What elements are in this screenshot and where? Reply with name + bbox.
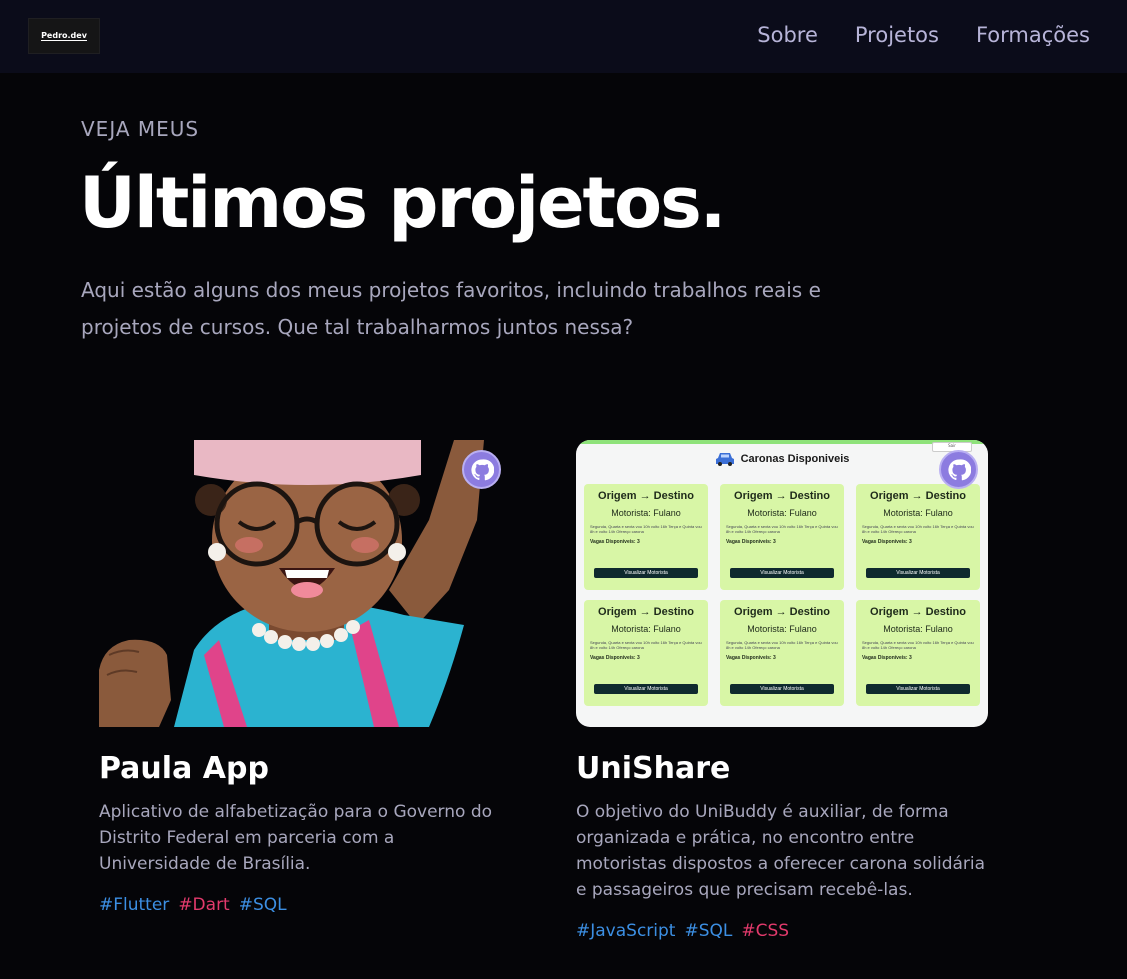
tag-sql: #SQL (684, 921, 733, 941)
ride-card-driver: Motorista: Fulano (883, 508, 953, 518)
project-tags: #JavaScript #SQL #CSS (576, 921, 988, 941)
tag-flutter: #Flutter (99, 895, 170, 915)
ride-card-seats: Vagas Disponíveis: 3 (726, 539, 776, 545)
tag-sql: #SQL (238, 895, 287, 915)
tag-javascript: #JavaScript (576, 921, 676, 941)
project-name: Paula App (99, 751, 269, 786)
ride-card-seats: Vagas Disponíveis: 3 (726, 655, 776, 661)
logo[interactable]: Pedro.dev (28, 18, 100, 54)
section-eyebrow: VEJA MEUS (81, 117, 200, 141)
ride-card-button: Visualizar Motorista (730, 568, 834, 578)
ride-card-schedule: Segunda, Quarta e sexta vou 10h volto 16… (726, 524, 838, 534)
preview-ride-card: Origem → Destino Motorista: Fulano Segun… (720, 484, 844, 590)
github-link-unishare[interactable] (939, 450, 978, 489)
ride-card-schedule: Segunda, Quarta e sexta vou 10h volto 16… (726, 640, 838, 650)
ride-card-title: Origem → Destino (598, 490, 694, 502)
ride-card-driver: Motorista: Fulano (747, 508, 817, 518)
preview-ride-card: Origem → Destino Motorista: Fulano Segun… (584, 484, 708, 590)
ride-card-driver: Motorista: Fulano (883, 624, 953, 634)
ride-card-driver: Motorista: Fulano (611, 624, 681, 634)
car-icon (715, 453, 734, 466)
ride-card-title: Origem → Destino (734, 606, 830, 618)
logo-text: Pedro.dev (41, 31, 87, 41)
preview-ride-card: Origem → Destino Motorista: Fulano Segun… (856, 484, 980, 590)
github-icon (470, 458, 494, 480)
github-link-paula-app[interactable] (462, 450, 501, 489)
project-thumbnail-unishare: Sair Caronas Disponiveis Origem → Destin… (576, 440, 988, 727)
section-title: Últimos projetos. (79, 162, 726, 244)
ride-card-schedule: Segunda, Quarta e sexta vou 10h volto 16… (590, 640, 702, 650)
ride-card-schedule: Segunda, Quarta e sexta vou 10h volto 16… (590, 524, 702, 534)
ride-card-button: Visualizar Motorista (866, 568, 970, 578)
ride-card-seats: Vagas Disponíveis: 3 (862, 655, 912, 661)
preview-header: Caronas Disponiveis (576, 452, 988, 466)
preview-header-title: Caronas Disponiveis (740, 453, 850, 465)
ride-card-seats: Vagas Disponíveis: 3 (590, 539, 640, 545)
project-description: Aplicativo de alfabetização para o Gover… (99, 802, 493, 874)
nav-link-sobre[interactable]: Sobre (757, 20, 818, 50)
project-thumbnail-paula-app (99, 440, 511, 727)
ride-card-driver: Motorista: Fulano (747, 624, 817, 634)
ride-card-title: Origem → Destino (734, 490, 830, 502)
preview-ride-grid: Origem → Destino Motorista: Fulano Segun… (584, 484, 982, 706)
project-name: UniShare (576, 751, 731, 786)
paula-illustration (99, 440, 484, 727)
ride-card-schedule: Segunda, Quarta e sexta vou 10h volto 16… (862, 524, 974, 534)
ride-card-title: Origem → Destino (870, 606, 966, 618)
ride-card-title: Origem → Destino (870, 490, 966, 502)
tag-dart: #Dart (178, 895, 230, 915)
ride-card-seats: Vagas Disponíveis: 3 (862, 539, 912, 545)
preview-ride-card: Origem → Destino Motorista: Fulano Segun… (584, 600, 708, 706)
ride-card-schedule: Segunda, Quarta e sexta vou 10h volto 16… (862, 640, 974, 650)
preview-ride-card: Origem → Destino Motorista: Fulano Segun… (856, 600, 980, 706)
ride-card-title: Origem → Destino (598, 606, 694, 618)
project-card-unishare: Sair Caronas Disponiveis Origem → Destin… (576, 440, 988, 941)
project-tags: #Flutter #Dart #SQL (99, 895, 511, 915)
ride-card-seats: Vagas Disponíveis: 3 (590, 655, 640, 661)
github-icon (947, 458, 971, 480)
ride-card-button: Visualizar Motorista (594, 684, 698, 694)
preview-top-bar (576, 440, 988, 444)
ride-card-button: Visualizar Motorista (866, 684, 970, 694)
section-intro: Aqui estão alguns dos meus projetos favo… (81, 278, 821, 339)
tag-css: #CSS (741, 921, 790, 941)
ride-card-button: Visualizar Motorista (730, 684, 834, 694)
project-description: O objetivo do UniBuddy é auxiliar, de fo… (576, 802, 986, 900)
nav-link-projetos[interactable]: Projetos (855, 20, 939, 50)
nav-links: Sobre Projetos Formações (757, 20, 1090, 50)
preview-ride-card: Origem → Destino Motorista: Fulano Segun… (720, 600, 844, 706)
nav-link-formacoes[interactable]: Formações (976, 20, 1090, 50)
ride-card-button: Visualizar Motorista (594, 568, 698, 578)
top-nav: Pedro.dev Sobre Projetos Formações (0, 0, 1127, 73)
ride-card-driver: Motorista: Fulano (611, 508, 681, 518)
project-card-paula-app: Paula App Aplicativo de alfabetização pa… (99, 440, 511, 915)
